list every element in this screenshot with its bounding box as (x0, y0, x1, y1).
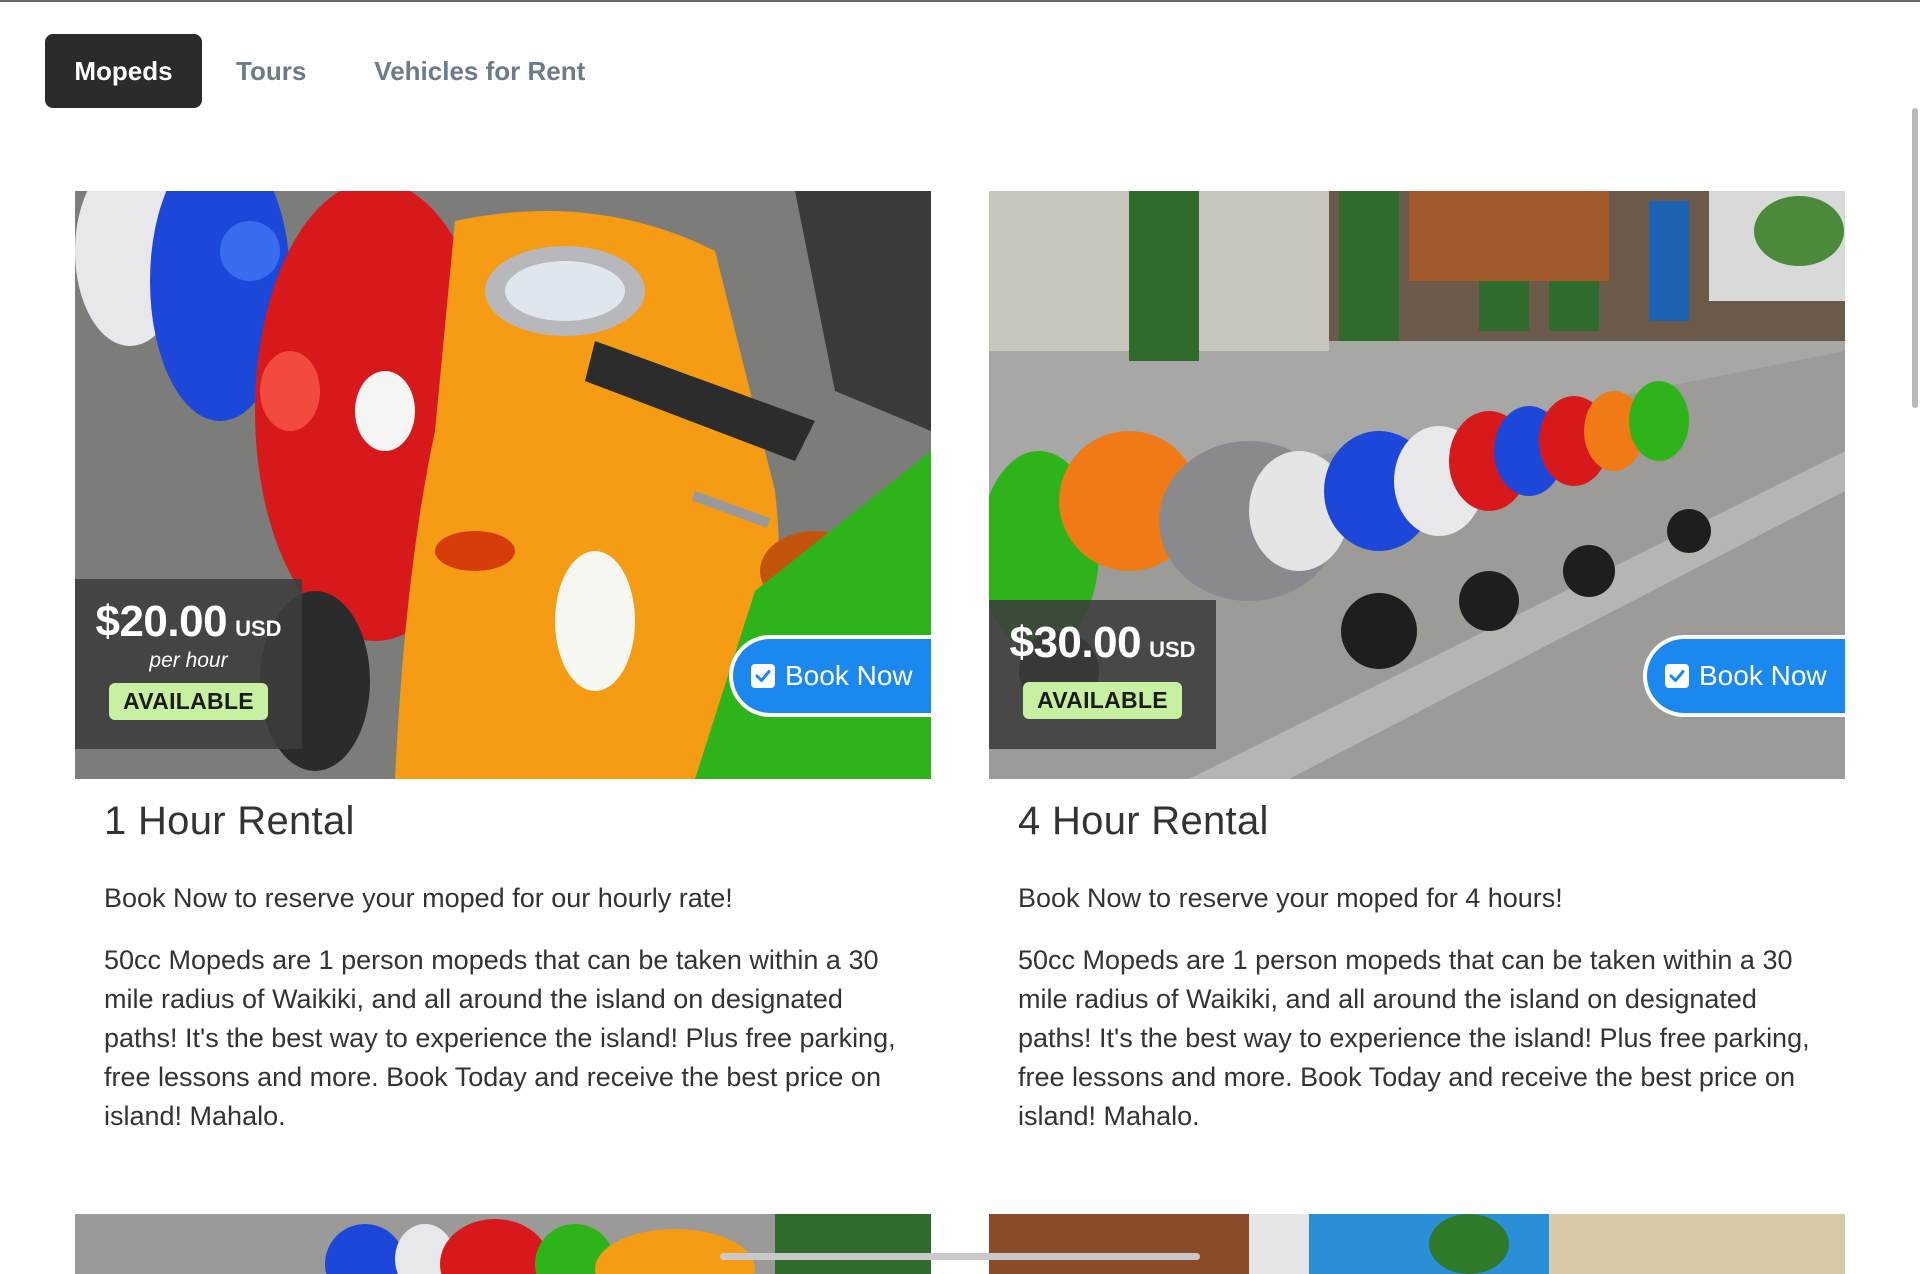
rental-card-partial-right[interactable] (989, 1214, 1845, 1274)
book-now-label: Book Now (1699, 660, 1827, 691)
book-now-button[interactable]: Book Now (1643, 635, 1845, 717)
checkbox-checked-icon (1665, 664, 1689, 688)
moped-photo-image (75, 1214, 931, 1274)
availability-badge: AVAILABLE (109, 683, 268, 720)
price-box: $30.00 USD AVAILABLE (989, 600, 1216, 749)
rental-photo[interactable]: $30.00 USD AVAILABLE Book Now (989, 191, 1845, 779)
rental-title: 1 Hour Rental (104, 799, 355, 843)
price-currency: USD (235, 616, 282, 641)
rental-description: 50cc Mopeds are 1 person mopeds that can… (104, 945, 896, 1131)
price-box: $20.00 USD per hour AVAILABLE (75, 579, 302, 749)
price-amount: $20.00 (95, 597, 228, 646)
rental-title: 4 Hour Rental (1018, 799, 1269, 843)
availability-badge: AVAILABLE (1023, 682, 1182, 719)
tab-mopeds[interactable]: Mopeds (45, 34, 202, 108)
book-now-label: Book Now (785, 660, 913, 691)
price-unit: per hour (149, 649, 228, 672)
home-indicator (720, 1253, 1200, 1260)
rental-card-partial-left[interactable] (75, 1214, 931, 1274)
rental-description: 50cc Mopeds are 1 person mopeds that can… (1018, 945, 1810, 1131)
checkbox-checked-icon (751, 664, 775, 688)
street-photo-image (989, 1214, 1845, 1274)
tab-vehicles-for-rent[interactable]: Vehicles for Rent (340, 34, 619, 108)
top-border (0, 0, 1920, 2)
page-scrollbar[interactable] (1912, 108, 1918, 408)
price-amount: $30.00 (1009, 618, 1142, 667)
rental-summary: Book Now to reserve your moped for our h… (104, 883, 733, 913)
rental-photo[interactable]: $20.00 USD per hour AVAILABLE Book Now (75, 191, 931, 779)
category-tabs: Mopeds Tours Vehicles for Rent (45, 34, 619, 108)
rental-card-1-hour: $20.00 USD per hour AVAILABLE Book Now 1… (75, 191, 931, 1131)
rental-summary: Book Now to reserve your moped for 4 hou… (1018, 883, 1563, 913)
price-currency: USD (1149, 637, 1196, 662)
rental-card-4-hour: $30.00 USD AVAILABLE Book Now 4 Hour Ren… (989, 191, 1845, 1131)
tab-tours[interactable]: Tours (202, 34, 340, 108)
book-now-button[interactable]: Book Now (729, 635, 931, 717)
